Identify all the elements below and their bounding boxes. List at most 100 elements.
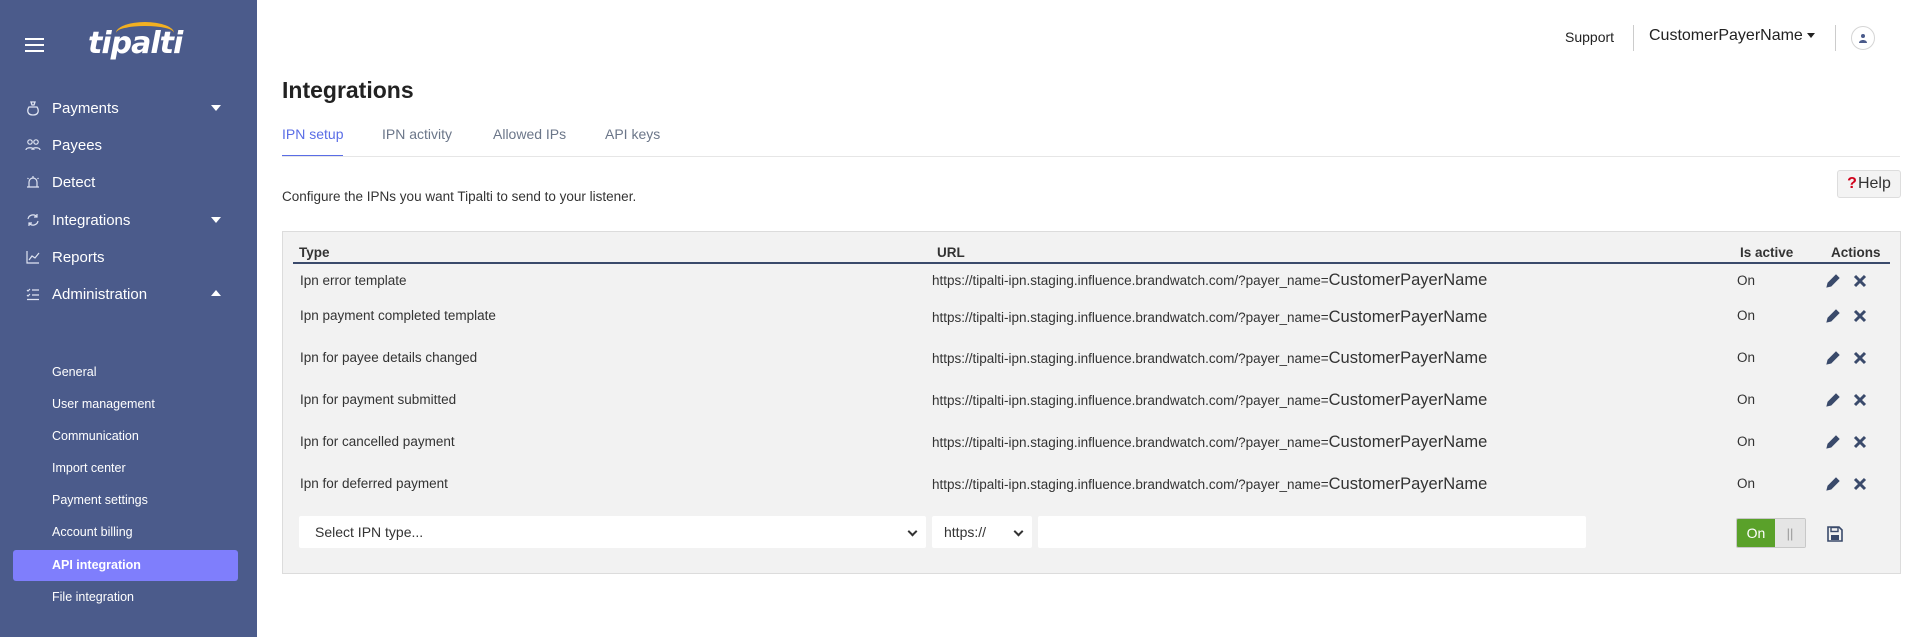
url-prefix: https://tipalti-ipn.staging.influence.br… <box>932 435 1329 450</box>
sidebar-item-label: Administration <box>52 285 148 303</box>
protocol-select-value: https:// <box>944 524 987 540</box>
alarm-icon <box>25 174 41 190</box>
row-url: https://tipalti-ipn.staging.influence.br… <box>932 433 1487 452</box>
row-active-status: On <box>1737 273 1756 288</box>
row-type: Ipn error template <box>300 273 407 288</box>
chevron-down-icon <box>211 105 221 111</box>
url-prefix: https://tipalti-ipn.staging.influence.br… <box>932 393 1329 408</box>
help-button[interactable]: ? Help <box>1837 170 1901 198</box>
sidebar-item-label: Reports <box>52 248 105 266</box>
tab-ipn-setup[interactable]: IPN setup <box>282 126 344 157</box>
sidebar: tipalti Payments Payees Detect Integrati… <box>0 0 257 637</box>
edit-pencil-icon[interactable] <box>1825 434 1841 450</box>
column-header-type: Type <box>299 245 330 260</box>
row-url: https://tipalti-ipn.staging.influence.br… <box>932 349 1487 368</box>
sidebar-item-detect[interactable]: Detect <box>0 162 257 202</box>
avatar[interactable] <box>1851 26 1875 50</box>
delete-x-icon[interactable] <box>1852 434 1868 450</box>
sidebar-item-label: Payments <box>52 99 119 117</box>
url-input[interactable] <box>1038 516 1586 548</box>
header-divider <box>1633 25 1634 51</box>
tab-api-keys[interactable]: API keys <box>605 126 660 157</box>
row-url: https://tipalti-ipn.staging.influence.br… <box>932 271 1487 290</box>
sync-icon <box>25 212 41 228</box>
edit-pencil-icon[interactable] <box>1825 476 1841 492</box>
sidebar-subitem-file-integration[interactable]: File integration <box>52 587 134 607</box>
row-type: Ipn payment completed template <box>300 308 496 323</box>
sidebar-item-label: Payees <box>52 136 103 154</box>
support-link[interactable]: Support <box>1565 29 1614 45</box>
edit-pencil-icon[interactable] <box>1825 273 1841 289</box>
header-underline <box>293 262 1890 264</box>
tab-ipn-activity[interactable]: IPN activity <box>382 126 452 157</box>
url-prefix: https://tipalti-ipn.staging.influence.br… <box>932 310 1329 325</box>
protocol-select[interactable]: https:// <box>932 516 1032 548</box>
edit-pencil-icon[interactable] <box>1825 392 1841 408</box>
url-payer-name: CustomerPayerName <box>1328 475 1488 493</box>
row-url: https://tipalti-ipn.staging.influence.br… <box>932 391 1487 410</box>
hamburger-menu-icon[interactable] <box>25 38 44 52</box>
delete-x-icon[interactable] <box>1852 392 1868 408</box>
row-active-status: On <box>1737 434 1756 449</box>
sidebar-item-reports[interactable]: Reports <box>0 237 257 277</box>
edit-pencil-icon[interactable] <box>1825 350 1841 366</box>
caret-down-icon <box>1806 33 1815 39</box>
sidebar-item-payees[interactable]: Payees <box>0 125 257 165</box>
sidebar-subitem-api-integration[interactable]: API integration <box>52 555 141 575</box>
url-payer-name: CustomerPayerName <box>1328 308 1488 326</box>
header-divider <box>1835 25 1836 51</box>
url-payer-name: CustomerPayerName <box>1328 391 1488 409</box>
edit-pencil-icon[interactable] <box>1825 308 1841 324</box>
url-prefix: https://tipalti-ipn.staging.influence.br… <box>932 273 1329 288</box>
user-menu[interactable]: CustomerPayerName <box>1649 27 1815 45</box>
delete-x-icon[interactable] <box>1852 273 1868 289</box>
row-active-status: On <box>1737 308 1756 323</box>
column-header-url: URL <box>937 245 965 260</box>
sidebar-subitem-general[interactable]: General <box>52 362 96 382</box>
sidebar-item-payments[interactable]: Payments <box>0 88 257 128</box>
toggle-off-handle: || <box>1775 519 1805 547</box>
money-bag-icon <box>25 100 41 116</box>
row-type: Ipn for cancelled payment <box>300 434 455 449</box>
delete-x-icon[interactable] <box>1852 308 1868 324</box>
row-active-status: On <box>1737 476 1756 491</box>
sidebar-item-administration[interactable]: Administration <box>0 274 257 314</box>
row-url: https://tipalti-ipn.staging.influence.br… <box>932 475 1487 494</box>
row-url: https://tipalti-ipn.staging.influence.br… <box>932 308 1487 327</box>
description-text: Configure the IPNs you want Tipalti to s… <box>282 189 637 204</box>
user-icon <box>1859 34 1867 43</box>
row-type: Ipn for payee details changed <box>300 350 478 365</box>
sidebar-subitem-account-billing[interactable]: Account billing <box>52 522 133 542</box>
tipalti-logo[interactable]: tipalti <box>88 26 183 61</box>
chevron-up-icon <box>211 290 221 296</box>
active-toggle[interactable]: On || <box>1736 518 1806 548</box>
delete-x-icon[interactable] <box>1852 350 1868 366</box>
url-payer-name: CustomerPayerName <box>1328 349 1488 367</box>
sidebar-subitem-communication[interactable]: Communication <box>52 426 139 446</box>
row-active-status: On <box>1737 350 1756 365</box>
row-type: Ipn for payment submitted <box>300 392 457 407</box>
url-prefix: https://tipalti-ipn.staging.influence.br… <box>932 351 1329 366</box>
tab-divider <box>282 156 1900 157</box>
sidebar-subitem-import-center[interactable]: Import center <box>52 458 126 478</box>
tab-allowed-ips[interactable]: Allowed IPs <box>493 126 566 157</box>
ipn-type-select[interactable]: Select IPN type... <box>299 516 926 548</box>
question-mark-icon: ? <box>1847 175 1857 192</box>
chevron-down-icon <box>211 217 221 223</box>
chevron-down-icon <box>907 526 918 537</box>
sidebar-item-label: Integrations <box>52 211 131 229</box>
list-check-icon <box>25 286 41 302</box>
ipn-type-select-value: Select IPN type... <box>315 524 424 540</box>
chevron-down-icon <box>1013 526 1024 537</box>
url-payer-name: CustomerPayerName <box>1328 271 1488 289</box>
delete-x-icon[interactable] <box>1852 476 1868 492</box>
people-icon <box>25 137 41 153</box>
sidebar-subitem-payment-settings[interactable]: Payment settings <box>52 490 148 510</box>
user-name: CustomerPayerName <box>1649 27 1803 44</box>
sidebar-subitem-user-management[interactable]: User management <box>52 394 155 414</box>
url-prefix: https://tipalti-ipn.staging.influence.br… <box>932 477 1329 492</box>
sidebar-item-integrations[interactable]: Integrations <box>0 200 257 240</box>
column-header-actions: Actions <box>1831 245 1881 260</box>
save-floppy-icon[interactable] <box>1826 525 1844 543</box>
sidebar-item-label: Detect <box>52 173 96 191</box>
